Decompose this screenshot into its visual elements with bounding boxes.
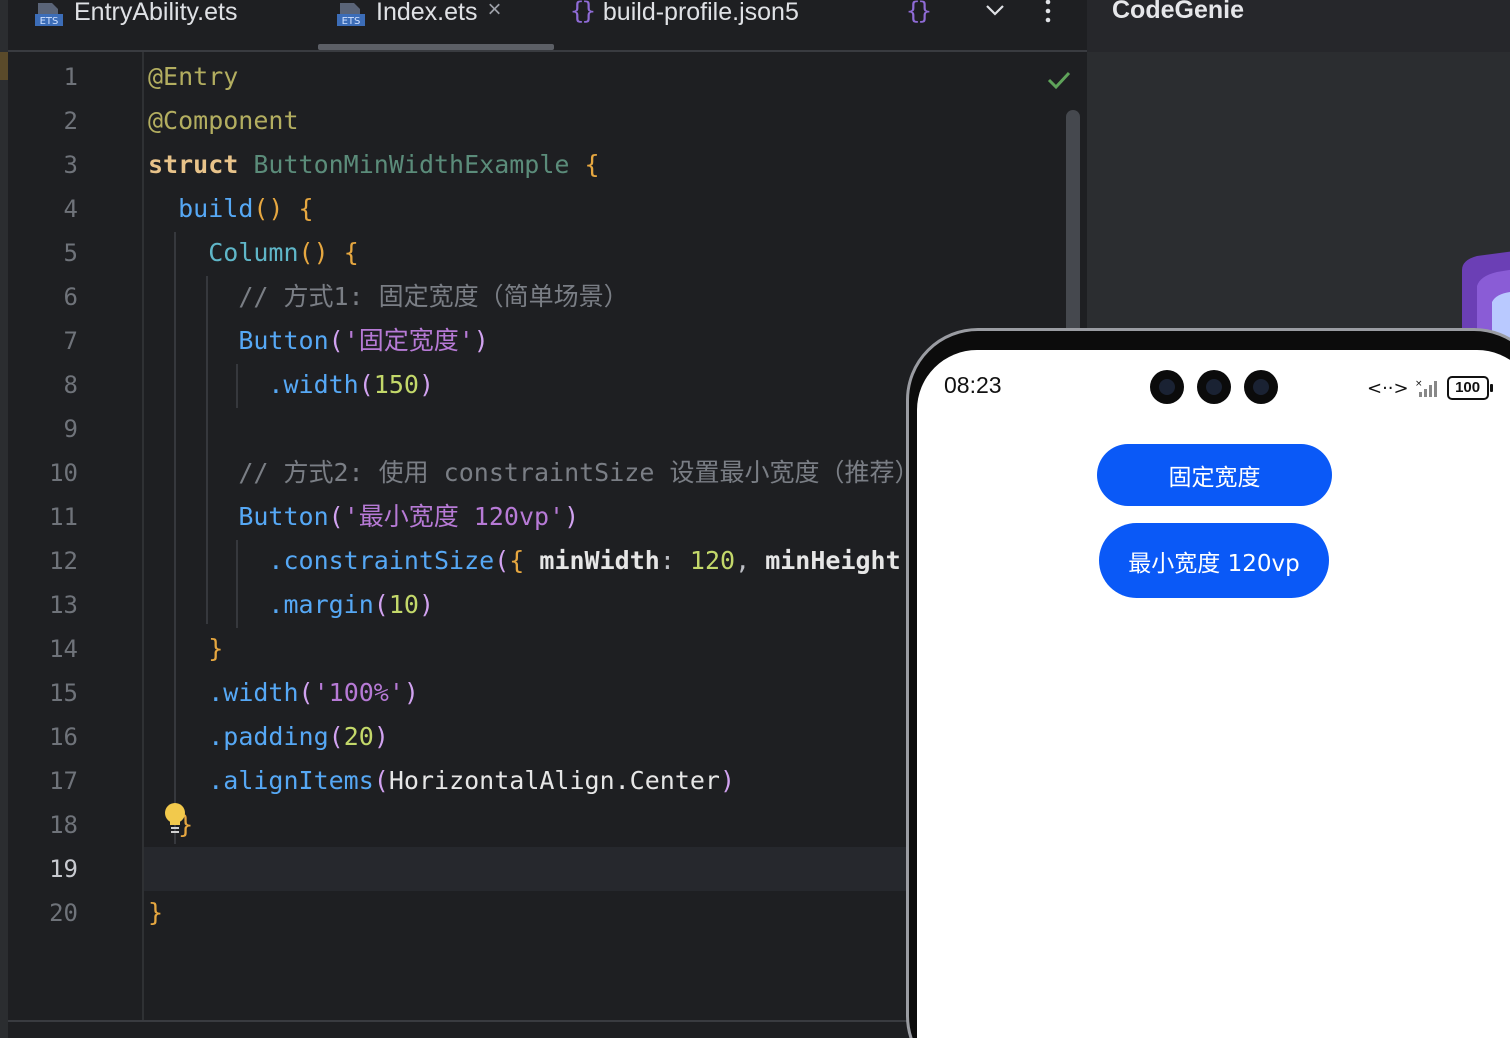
code-line-6: // 方式1: 固定宽度（简单场景） — [238, 282, 629, 311]
line-number: 5 — [63, 239, 78, 267]
code-line-12: .constraintSize({ minWidth: 120, minHeig… — [268, 546, 901, 575]
line-number: 16 — [49, 723, 78, 751]
code-line-2: @Component — [148, 106, 299, 135]
line-number: 7 — [63, 327, 78, 355]
line-number: 18 — [49, 811, 78, 839]
status-icons: <··> × 100 — [1367, 374, 1493, 402]
json-braces-icon: {} — [906, 0, 932, 25]
code-line-5: Column() { — [208, 238, 359, 267]
line-number: 11 — [49, 503, 78, 531]
code-line-4: build() { — [178, 194, 314, 223]
code-line-20: } — [148, 898, 164, 927]
line-number-gutter[interactable]: 1 2 3 4 5 6 7 8 9 10 11 12 13 14 15 16 1… — [8, 52, 144, 1038]
line-number: 3 — [63, 151, 78, 179]
line-number: 17 — [49, 767, 78, 795]
battery-icon: 100 — [1446, 376, 1493, 400]
line-number: 20 — [49, 899, 78, 927]
breadcrumb-bar — [8, 1020, 908, 1038]
tab-overflow-partial[interactable]: {} — [906, 0, 932, 30]
lightbulb-intention-icon[interactable] — [160, 800, 196, 840]
line-number-current: 19 — [49, 855, 78, 883]
camera-icon — [1244, 370, 1278, 404]
code-line-17: .alignItems(HorizontalAlign.Center) — [208, 766, 736, 795]
code-line-11: Button('最小宽度 120vp') — [238, 502, 580, 531]
vertical-scrollbar[interactable] — [1066, 110, 1080, 340]
code-line-7: Button('固定宽度') — [238, 326, 489, 355]
camera-icon — [1197, 370, 1231, 404]
line-number: 6 — [63, 283, 78, 311]
line-number: 13 — [49, 591, 78, 619]
fixed-width-button[interactable]: 固定宽度 — [1097, 444, 1332, 506]
tool-window-strip — [0, 0, 8, 1038]
change-marker — [0, 52, 8, 80]
min-width-button[interactable]: 最小宽度 120vp — [1099, 523, 1329, 598]
code-line-3: struct ButtonMinWidthExample { — [148, 150, 600, 179]
status-time: 08:23 — [944, 372, 1002, 398]
line-number: 12 — [49, 547, 78, 575]
line-number: 2 — [63, 107, 78, 135]
panel-header: CodeGenie — [1087, 0, 1510, 52]
ide-window: ETS EntryAbility.ets ETS Index.ets × {} … — [0, 0, 1510, 1038]
line-number: 1 — [63, 63, 78, 91]
inspection-ok-check-icon[interactable] — [1045, 66, 1073, 94]
signal-icon: × — [1415, 379, 1437, 397]
panel-title: CodeGenie — [1112, 0, 1244, 24]
svg-text:×: × — [1415, 379, 1423, 389]
code-line-13: .margin(10) — [268, 590, 435, 619]
code-line-1: @Entry — [148, 62, 239, 91]
ets-file-icon: ETS — [35, 3, 63, 27]
code-line-14: } — [208, 634, 224, 663]
line-number: 15 — [49, 679, 78, 707]
line-number: 9 — [63, 415, 78, 443]
code-line-16: .padding(20) — [208, 722, 389, 751]
svg-text:ETS: ETS — [40, 16, 59, 27]
camera-icon — [1150, 370, 1184, 404]
more-vertical-icon[interactable] — [1041, 0, 1055, 24]
code-line-10: // 方式2: 使用 constraintSize 设置最小宽度（推荐） — [238, 458, 908, 487]
code-line-15: .width('100%') — [208, 678, 419, 707]
code-area[interactable]: @Entry @Component struct ButtonMinWidthE… — [148, 0, 908, 1038]
line-number: 10 — [49, 459, 78, 487]
code-line-8: .width(150) — [268, 370, 435, 399]
line-number: 4 — [63, 195, 78, 223]
data-transfer-icon: <··> — [1367, 377, 1409, 399]
line-number: 14 — [49, 635, 78, 663]
device-screen: 08:23 <··> × 100 固定宽度 最小宽度 120vp — [917, 350, 1510, 1038]
line-number: 8 — [63, 371, 78, 399]
chevron-down-icon[interactable] — [984, 2, 1006, 18]
